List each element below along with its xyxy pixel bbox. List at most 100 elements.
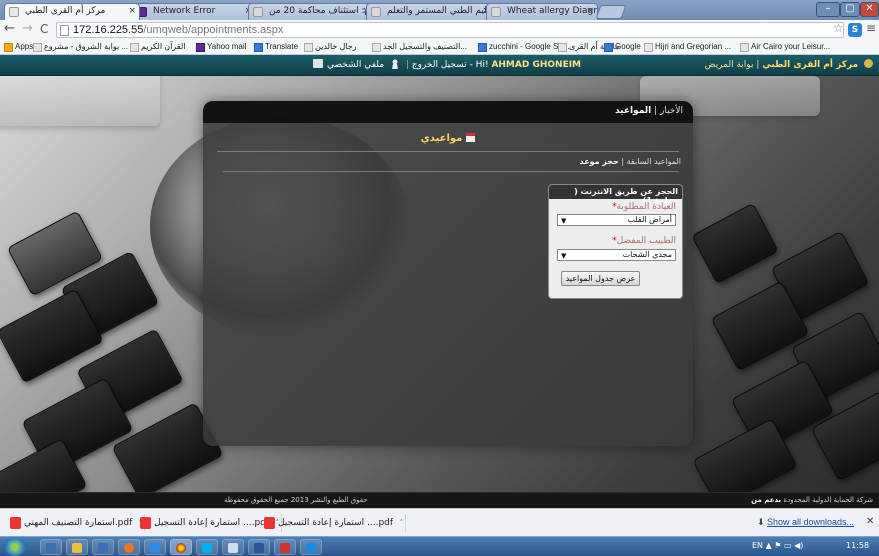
taskbar-app[interactable]	[196, 539, 218, 555]
bookmark-rijal[interactable]: رجال خالدين	[304, 40, 357, 54]
taskbar-app[interactable]	[222, 539, 244, 555]
translate-icon	[254, 43, 263, 52]
previous-appointments-link[interactable]: المواعيد السابقة	[627, 157, 681, 166]
pdf-icon	[140, 517, 151, 529]
browser-tab-strip: مركز أم القرى الطبي × Network Error × ال…	[0, 0, 879, 20]
content-panel: الأخبار | المواعيد مواعيدي المواعيد السا…	[203, 101, 693, 446]
taskbar-app[interactable]	[40, 539, 62, 555]
bookmark-shorouk[interactable]: بوابة الشروق - مشروع ...	[33, 40, 128, 54]
greeting: Hi!	[475, 60, 489, 70]
firefox-icon	[124, 543, 134, 553]
tab-label: Network Error	[153, 6, 216, 16]
bookmark-translate[interactable]: Translate	[254, 40, 298, 54]
explorer-icon	[98, 543, 108, 553]
logo-icon	[864, 59, 873, 68]
language-indicator[interactable]: EN	[752, 541, 763, 550]
profile-link[interactable]: ملفي الشخصي	[327, 60, 384, 70]
bookmark-registration[interactable]: التصنيف والتسجيل الجد...	[372, 40, 467, 54]
clinic-select[interactable]: ▼ أمراض القلب	[557, 214, 676, 226]
chevron-down-icon[interactable]: ˄	[400, 514, 404, 532]
person-icon	[390, 59, 399, 69]
bookmark-star-icon[interactable]: ☆	[833, 21, 844, 35]
close-window-button[interactable]: ✕	[860, 2, 879, 17]
tab-medical-education[interactable]: التعليم الطبي المستمر والتعلم ×	[366, 3, 494, 20]
download-icon: ⬇	[757, 518, 765, 528]
page-title: مواعيدي	[203, 133, 693, 144]
start-button[interactable]	[4, 538, 26, 556]
tab-news[interactable]: اليوم: استئناف محاكمة 20 من ×	[248, 3, 374, 20]
doctor-select[interactable]: ▼ مجدي الشحات	[557, 249, 676, 261]
show-schedule-button[interactable]: عرض جدول المواعيد	[561, 271, 640, 286]
page-icon	[644, 43, 653, 52]
address-bar[interactable]: 172.16.225.55/umqweb/appointments.aspx	[56, 22, 844, 38]
calendar-icon	[466, 133, 476, 142]
desktop-icon	[46, 543, 56, 553]
taskbar-app[interactable]	[170, 539, 192, 555]
booking-step-header: الحجز عن طريق الانترنت ( خطوة 1)	[549, 185, 682, 205]
taskbar-app[interactable]	[144, 539, 166, 555]
menu-icon[interactable]: ≡	[866, 21, 876, 35]
book-appointment-link[interactable]: حجز موعد	[579, 157, 618, 166]
logout-link[interactable]: تسجيل الخروج	[412, 60, 467, 70]
brand-link[interactable]: مركز أم القرى الطبي	[762, 60, 858, 70]
page-icon	[304, 43, 313, 52]
close-tab-icon[interactable]: ×	[128, 6, 136, 16]
patient-portal-link[interactable]: بوابة المريض	[705, 60, 754, 70]
bookmark-hijri[interactable]: Hijri and Gregorian ...	[644, 40, 731, 54]
bookmark-google[interactable]: Google	[604, 40, 641, 54]
bookmarks-bar: Apps بوابة الشروق - مشروع ... القرآن الك…	[0, 39, 879, 55]
doctor-label: *الطبيب المفضل	[612, 236, 676, 246]
page-icon	[60, 25, 69, 36]
new-tab-button[interactable]	[595, 5, 627, 19]
appointments-link[interactable]: المواعيد	[615, 106, 651, 116]
back-arrow-icon[interactable]: ←	[4, 22, 15, 36]
reload-icon[interactable]: C	[40, 22, 48, 36]
download-item[interactable]: استمارة إعادة التسجيل ....pdf ˄	[140, 514, 283, 532]
taskbar-app[interactable]	[274, 539, 296, 555]
tab-network-error[interactable]: Network Error ×	[132, 3, 256, 20]
bookmark-apps[interactable]: Apps	[4, 40, 33, 54]
minimize-button[interactable]: –	[816, 2, 840, 17]
maximize-button[interactable]: ▢	[840, 2, 860, 17]
flag-icon[interactable]: ⚑	[774, 541, 781, 550]
download-item[interactable]: استمارة التصنيف المهني.pdf˄	[10, 514, 146, 532]
company-link[interactable]: شركة الحماية الدولية المحدودة	[783, 496, 873, 504]
bookmark-zucchini[interactable]: zucchini - Google Se...	[478, 40, 569, 54]
user-name: AHMAD GHONEIM	[491, 60, 582, 70]
favicon-icon	[491, 7, 501, 17]
url-path: /umqweb/appointments.aspx	[143, 24, 284, 36]
copyright-text: حقوق الطبع والنشر 2013 جميع الحقوق محفوظ…	[224, 496, 368, 504]
taskbar-app[interactable]	[66, 539, 88, 555]
download-item[interactable]: استمارة إعادة التسجيل ....pdf ˄	[264, 514, 407, 532]
clock[interactable]: 11:58	[846, 541, 869, 550]
skype-icon	[202, 543, 212, 553]
bookmark-quran[interactable]: القرآن الكريم	[130, 40, 185, 54]
forward-arrow-icon[interactable]: →	[22, 22, 33, 36]
close-tab-icon[interactable]: ×	[586, 6, 594, 16]
news-link[interactable]: الأخبار	[660, 106, 683, 116]
taskbar-app[interactable]	[92, 539, 114, 555]
taskbar-app[interactable]	[248, 539, 270, 555]
site-footer: حقوق الطبع والنشر 2013 جميع الحقوق محفوظ…	[0, 492, 879, 508]
tray-arrow-icon[interactable]: ▲	[766, 541, 775, 550]
tab-label: التعليم الطبي المستمر والتعلم	[387, 6, 494, 16]
app-icon	[306, 543, 316, 553]
bookmark-icon	[130, 43, 139, 52]
logout-icon[interactable]	[313, 59, 323, 68]
downloads-bar: استمارة التصنيف المهني.pdf˄ استمارة إعاد…	[0, 508, 879, 536]
show-all-downloads-link[interactable]: Show all downloads...	[767, 517, 854, 527]
close-downloads-button[interactable]: ✕	[866, 516, 874, 527]
taskbar-app[interactable]	[300, 539, 322, 555]
bookmark-air-cairo[interactable]: Air Cairo your Leisur...	[740, 40, 830, 54]
folder-icon	[72, 543, 82, 553]
online-booking-box: الحجز عن طريق الانترنت ( خطوة 1) *العياد…	[548, 184, 683, 299]
bookmark-yahoo-mail[interactable]: Yahoo mail	[196, 40, 246, 54]
network-icon[interactable]: ▭	[784, 541, 792, 550]
browser-toolbar: ← → C 172.16.225.55/umqweb/appointments.…	[0, 20, 879, 39]
taskbar-app[interactable]	[118, 539, 140, 555]
tab-label: مركز أم القرى الطبي	[25, 6, 106, 16]
tab-umm-alqura[interactable]: مركز أم القرى الطبي ×	[4, 3, 140, 20]
tab-wheat-allergy[interactable]: Wheat allergy Diagnosis ×	[486, 3, 598, 20]
extension-icon[interactable]: S	[848, 23, 862, 37]
volume-icon[interactable]: ◀)	[794, 541, 803, 550]
